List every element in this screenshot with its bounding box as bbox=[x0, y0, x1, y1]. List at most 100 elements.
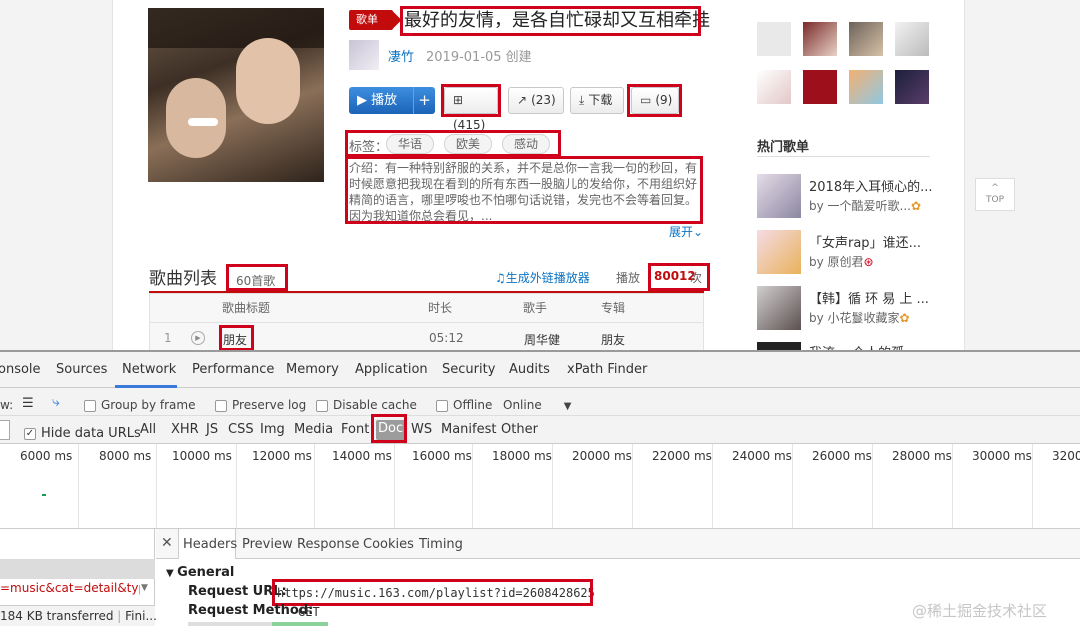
subscriber-avatar[interactable] bbox=[803, 70, 837, 104]
hot-playlist-cover[interactable] bbox=[757, 174, 801, 218]
filter-img[interactable]: Img bbox=[260, 422, 285, 437]
detail-tab-bar bbox=[156, 529, 1080, 559]
checkbox-icon bbox=[215, 399, 227, 412]
top-label: TOP bbox=[985, 195, 1004, 205]
timeline-tick: 20000 ms bbox=[572, 449, 632, 463]
tab-performance[interactable]: Performance bbox=[192, 362, 274, 377]
hot-playlist-creator[interactable]: by 小花鬘收藏家✿ bbox=[809, 309, 910, 326]
offline-checkbox[interactable]: Offline bbox=[436, 398, 492, 412]
hot-playlist-title[interactable]: 【韩】循 环 易 上 ... bbox=[809, 288, 929, 307]
request-scroll-track[interactable] bbox=[0, 559, 155, 579]
throttle-select[interactable]: Online ▼ bbox=[503, 398, 571, 412]
devtools-panel: onsole Sources Network Performance Memor… bbox=[0, 350, 1080, 626]
disable-cache-label: Disable cache bbox=[333, 398, 417, 412]
scroll-down-icon[interactable]: ▼ bbox=[141, 583, 148, 593]
hot-playlist-cover[interactable] bbox=[757, 342, 801, 350]
creator-avatar[interactable] bbox=[349, 40, 379, 70]
tab-network[interactable]: Network bbox=[122, 362, 176, 377]
share-icon: ↗ bbox=[517, 93, 528, 107]
filter-js[interactable]: JS bbox=[206, 422, 218, 437]
tab-preview[interactable]: Preview bbox=[242, 537, 293, 552]
tab-audits[interactable]: Audits bbox=[509, 362, 550, 377]
back-to-top-button[interactable]: ^ TOP bbox=[975, 178, 1015, 211]
playlist-cover-image bbox=[148, 8, 324, 182]
request-url-value: https://music.163.com/playlist?id=260842… bbox=[277, 586, 595, 600]
tab-response[interactable]: Response bbox=[297, 537, 359, 552]
tab-cookies[interactable]: Cookies bbox=[363, 537, 414, 552]
tag-chip[interactable]: 感动 bbox=[502, 134, 551, 154]
subscriber-avatar[interactable] bbox=[849, 70, 883, 104]
hot-playlist-creator[interactable]: by 一个酷爱听歌...✿ bbox=[809, 197, 921, 214]
subscriber-avatar[interactable] bbox=[803, 22, 837, 56]
subscriber-avatar[interactable] bbox=[757, 22, 791, 56]
preserve-log-checkbox[interactable]: Preserve log bbox=[215, 398, 306, 412]
creator-text: by 小花鬘收藏家 bbox=[809, 311, 900, 325]
right-gutter bbox=[965, 0, 1080, 350]
selected-request[interactable]: =music&cat=detail&typ bbox=[0, 581, 140, 595]
hot-playlist-creator[interactable]: by 原创君⊛ bbox=[809, 253, 874, 270]
timeline-tick: 6000 ms bbox=[20, 449, 73, 463]
network-overview-timeline[interactable]: 6000 ms 8000 ms 10000 ms 12000 ms 14000 … bbox=[0, 444, 1080, 528]
tag-chip[interactable]: 华语 bbox=[386, 134, 435, 154]
group-by-frame-checkbox[interactable]: Group by frame bbox=[84, 398, 195, 412]
subscriber-avatar[interactable] bbox=[895, 70, 929, 104]
filter-media[interactable]: Media bbox=[294, 422, 333, 437]
hot-playlist-cover[interactable] bbox=[757, 230, 801, 274]
filter-input[interactable] bbox=[0, 420, 10, 440]
filter-xhr[interactable]: XHR bbox=[171, 422, 199, 437]
hot-playlist-title[interactable]: 2018年入耳倾心的... bbox=[809, 176, 932, 195]
song-artist-link[interactable]: 周华健 bbox=[524, 331, 560, 348]
waterfall-view-icon[interactable]: ⤷ bbox=[52, 394, 60, 410]
general-label: General bbox=[177, 565, 235, 580]
subscriber-avatar[interactable] bbox=[849, 22, 883, 56]
song-title-link[interactable]: 朋友 bbox=[223, 331, 247, 348]
tab-console[interactable]: onsole bbox=[0, 362, 41, 377]
tab-sources[interactable]: Sources bbox=[56, 362, 107, 377]
download-button[interactable]: ⤓ 下载 bbox=[570, 87, 624, 114]
preserve-label: Preserve log bbox=[232, 398, 307, 412]
collect-button[interactable]: ⊞ (415) bbox=[444, 87, 498, 132]
add-to-queue-button[interactable]: + bbox=[413, 87, 435, 114]
tag-chip[interactable]: 欧美 bbox=[444, 134, 493, 154]
filter-manifest[interactable]: Manifest bbox=[441, 422, 496, 437]
star-icon: ✿ bbox=[910, 199, 922, 213]
tab-application[interactable]: Application bbox=[355, 362, 428, 377]
tab-security[interactable]: Security bbox=[442, 362, 495, 377]
playlist-intro: 介绍：有一种特别舒服的关系，并不是总你一言我一句的秒回，有时候愿意把我现在看到的… bbox=[349, 161, 698, 223]
grid-line bbox=[472, 444, 473, 528]
filter-ws[interactable]: WS bbox=[411, 422, 432, 437]
share-button[interactable]: ↗ (23) bbox=[508, 87, 564, 114]
tab-memory[interactable]: Memory bbox=[286, 362, 339, 377]
disable-cache-checkbox[interactable]: Disable cache bbox=[316, 398, 417, 412]
filter-css[interactable]: CSS bbox=[228, 422, 254, 437]
comment-button[interactable]: ▭ (9) bbox=[631, 87, 679, 114]
filter-all[interactable]: All bbox=[140, 422, 156, 437]
hot-playlist-cover[interactable] bbox=[757, 286, 801, 330]
hot-playlist-title[interactable]: 「女声rap」谁还... bbox=[809, 232, 921, 251]
grid-line bbox=[632, 444, 633, 528]
expand-link[interactable]: 展开⌄ bbox=[669, 223, 703, 240]
hide-data-urls-checkbox[interactable]: ✓ Hide data URLs bbox=[24, 426, 141, 441]
throttle-value: Online bbox=[503, 398, 542, 412]
filter-font[interactable]: Font bbox=[341, 422, 369, 437]
filter-other[interactable]: Other bbox=[501, 422, 538, 437]
timeline-tick: 30000 ms bbox=[972, 449, 1032, 463]
outlink-player-link[interactable]: ♫生成外链播放器 bbox=[495, 269, 590, 286]
subscriber-avatar[interactable] bbox=[895, 22, 929, 56]
play-circle-icon[interactable]: ▶ bbox=[191, 331, 205, 345]
hot-playlist-title[interactable]: 我流 一个人的孤 bbox=[809, 342, 904, 350]
tab-timing[interactable]: Timing bbox=[419, 537, 463, 552]
list-view-icon[interactable]: ☰ bbox=[22, 396, 34, 411]
caret-down-icon: ▼ bbox=[563, 401, 572, 412]
tab-xpath-finder[interactable]: xPath Finder bbox=[567, 362, 647, 377]
song-album-link[interactable]: 朋友 bbox=[601, 331, 625, 348]
play-button[interactable]: ▶ 播放 bbox=[349, 87, 413, 114]
finish-text: Fini... bbox=[125, 609, 157, 623]
subscriber-avatar[interactable] bbox=[757, 70, 791, 104]
tab-headers[interactable]: Headers bbox=[183, 537, 237, 552]
creator-name-link[interactable]: 凄竹 bbox=[388, 46, 414, 65]
close-icon[interactable]: ✕ bbox=[161, 535, 173, 551]
filter-doc[interactable]: Doc bbox=[376, 420, 406, 440]
grid-line bbox=[236, 444, 237, 528]
general-section[interactable]: ▼ General bbox=[166, 565, 234, 580]
